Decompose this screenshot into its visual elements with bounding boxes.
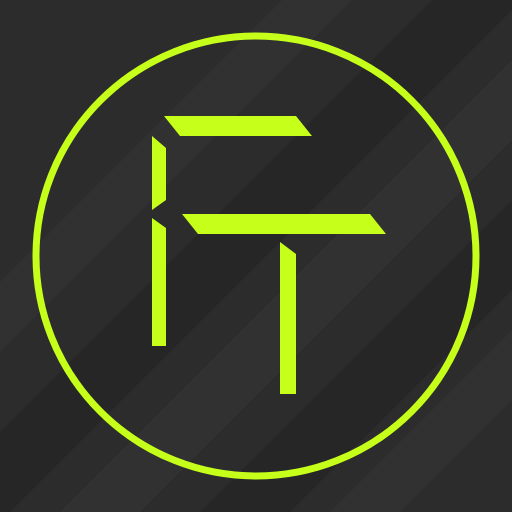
letter-t-crossbar bbox=[182, 214, 386, 234]
letter-f-top-bar bbox=[164, 116, 312, 136]
letter-f-stem-lower bbox=[152, 218, 166, 346]
letter-f-stem-upper bbox=[152, 136, 166, 210]
app-icon bbox=[0, 0, 512, 512]
ft-monogram-logo-icon bbox=[0, 0, 512, 512]
letter-t-stem bbox=[280, 242, 296, 394]
